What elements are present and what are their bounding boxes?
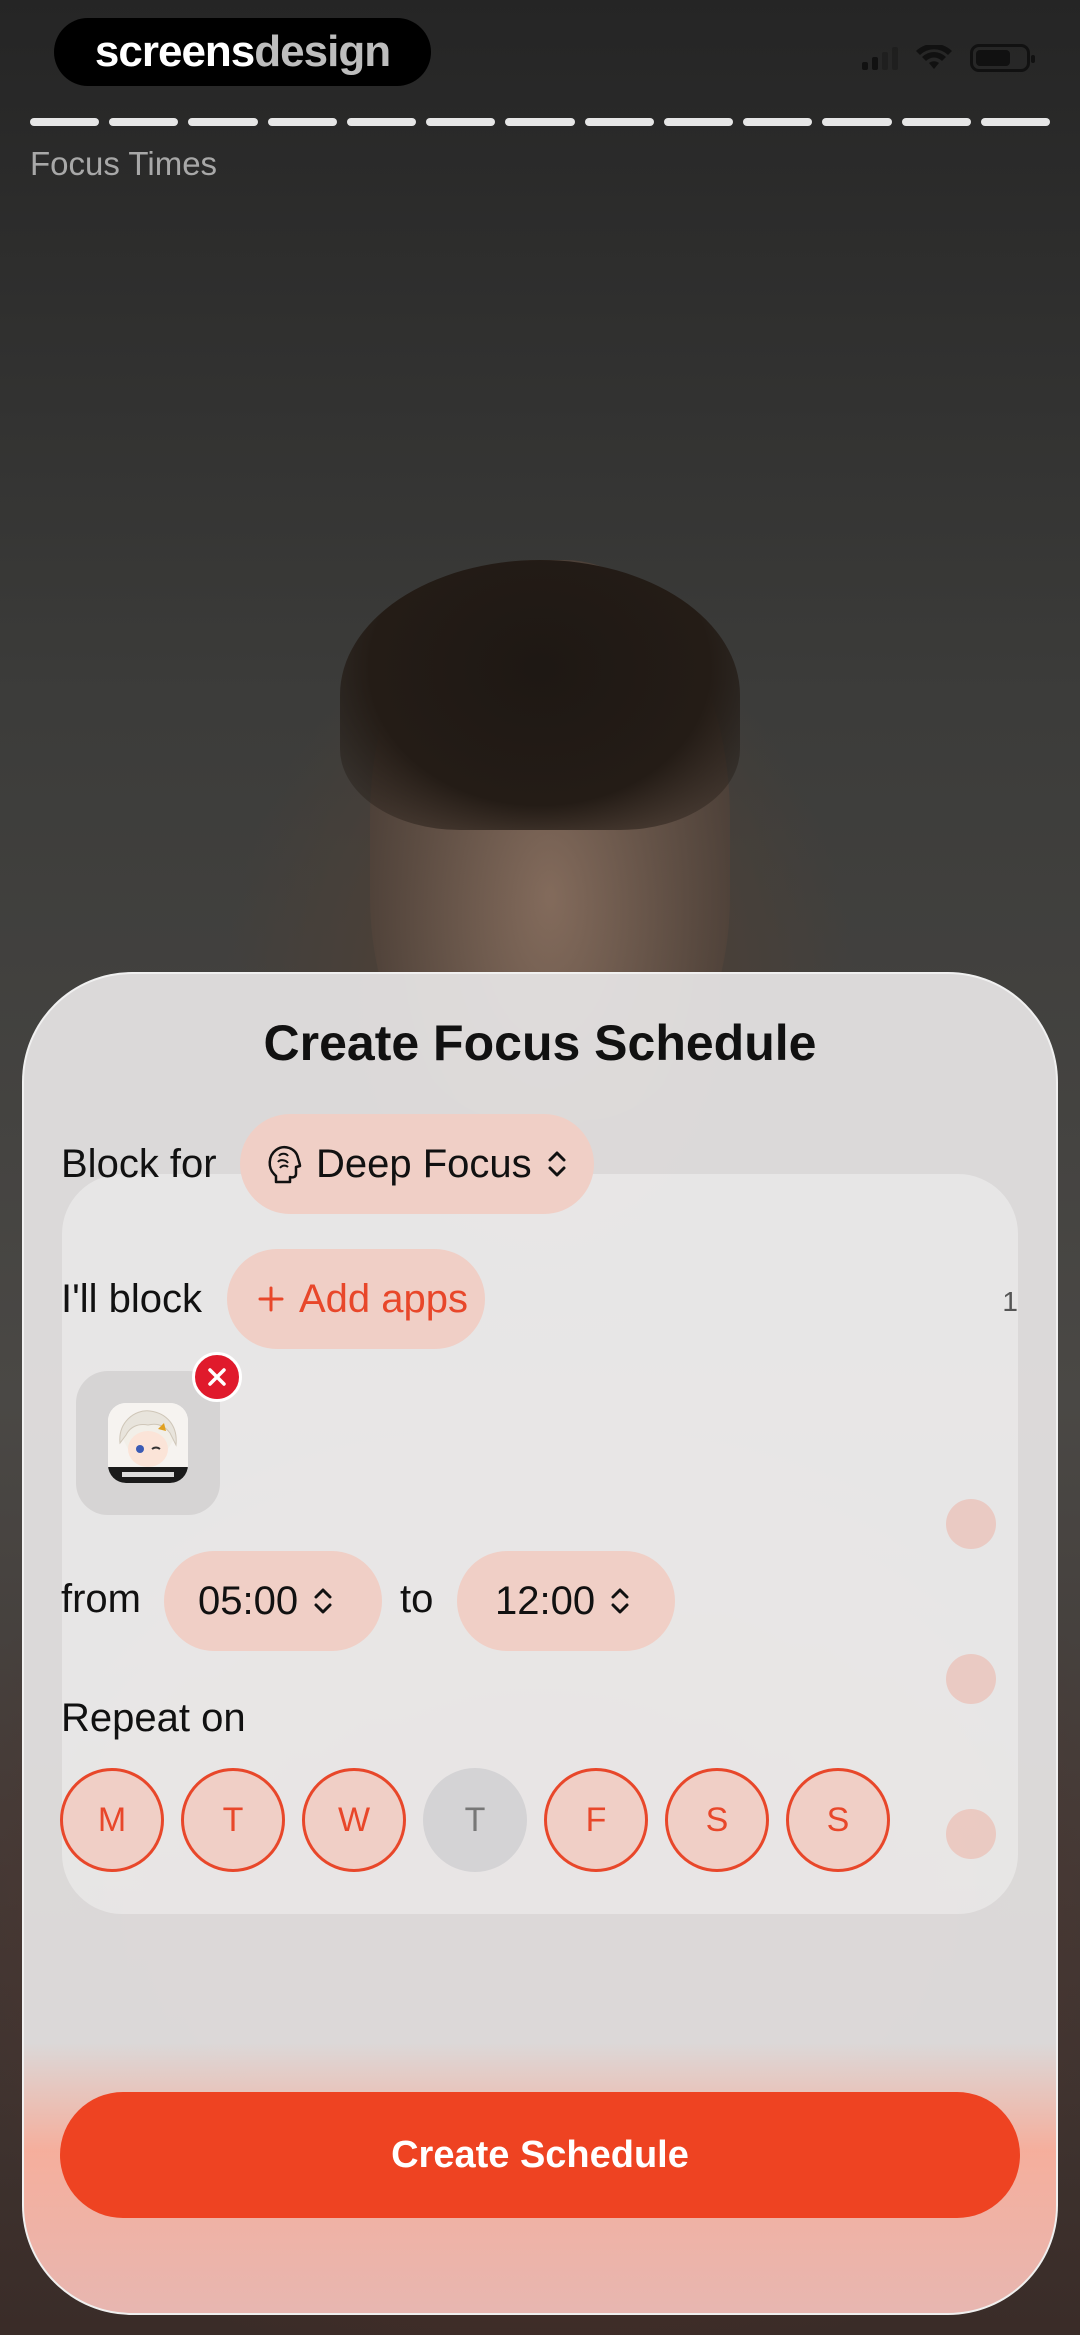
- day-toggle[interactable]: S: [786, 1768, 890, 1872]
- progress-segment: [267, 118, 337, 126]
- progress-segment: [822, 118, 892, 126]
- progress-segment: [505, 118, 575, 126]
- mode-value: Deep Focus: [316, 1141, 532, 1186]
- repeat-label: Repeat on: [61, 1696, 246, 1740]
- add-apps-button[interactable]: Add apps: [227, 1249, 485, 1349]
- person-hair: [340, 560, 740, 830]
- progress-segment: [743, 118, 813, 126]
- day-toggle[interactable]: T: [181, 1768, 285, 1872]
- day-toggle[interactable]: M: [60, 1768, 164, 1872]
- day-toggle[interactable]: S: [665, 1768, 769, 1872]
- progress-segments: [30, 118, 1051, 126]
- mode-selector[interactable]: Deep Focus: [240, 1114, 594, 1214]
- from-time-picker[interactable]: 05:00: [164, 1551, 382, 1651]
- block-for-label: Block for: [61, 1142, 217, 1186]
- background-dot: [946, 1654, 996, 1704]
- battery-icon: [970, 44, 1035, 72]
- background-dot: [946, 1499, 996, 1549]
- add-apps-label: Add apps: [299, 1276, 469, 1321]
- progress-segment: [346, 118, 417, 126]
- sheet-title: Create Focus Schedule: [263, 1015, 817, 1071]
- progress-segment: [188, 118, 258, 126]
- status-bar: [862, 44, 1035, 72]
- create-schedule-sheet: 1 Create Focus Schedule Block for Deep F…: [22, 972, 1058, 2315]
- day-toggle[interactable]: F: [544, 1768, 648, 1872]
- progress-segment: [30, 118, 100, 126]
- day-toggle[interactable]: W: [302, 1768, 406, 1872]
- progress-segment: [109, 118, 179, 126]
- brand-text-2: design: [254, 27, 391, 76]
- app-icon: [108, 1403, 188, 1483]
- close-icon: [208, 1368, 226, 1386]
- block-label: I'll block: [61, 1277, 203, 1321]
- create-schedule-button[interactable]: Create Schedule: [60, 2092, 1020, 2218]
- day-toggle[interactable]: T: [423, 1768, 527, 1872]
- progress-segment: [584, 118, 654, 126]
- progress-segment: [980, 118, 1051, 126]
- from-time-value: 05:00: [198, 1578, 299, 1623]
- progress-segment: [901, 118, 971, 126]
- from-label: from: [61, 1577, 141, 1621]
- chevron-updown-icon: [611, 1588, 629, 1614]
- to-time-value: 12:00: [495, 1578, 596, 1623]
- plus-icon: [258, 1286, 284, 1312]
- to-time-picker[interactable]: 12:00: [457, 1551, 675, 1651]
- chevron-updown-icon: [548, 1151, 566, 1177]
- screen-title: Focus Times: [30, 145, 218, 182]
- background-count: 1: [1002, 1286, 1018, 1317]
- progress-segment: [426, 118, 496, 126]
- background-dot: [946, 1809, 996, 1859]
- chevron-updown-icon: [314, 1588, 332, 1614]
- to-label: to: [400, 1577, 434, 1621]
- brain-head-icon: [268, 1146, 302, 1184]
- signal-icon: [862, 46, 898, 70]
- brand-logo: screens design: [54, 18, 431, 86]
- brand-text-1: screens: [94, 27, 255, 76]
- wifi-icon: [916, 45, 952, 69]
- progress-segment: [663, 118, 734, 126]
- day-selector: MTWTFSS: [60, 1768, 890, 1872]
- remove-app-button[interactable]: [192, 1352, 242, 1402]
